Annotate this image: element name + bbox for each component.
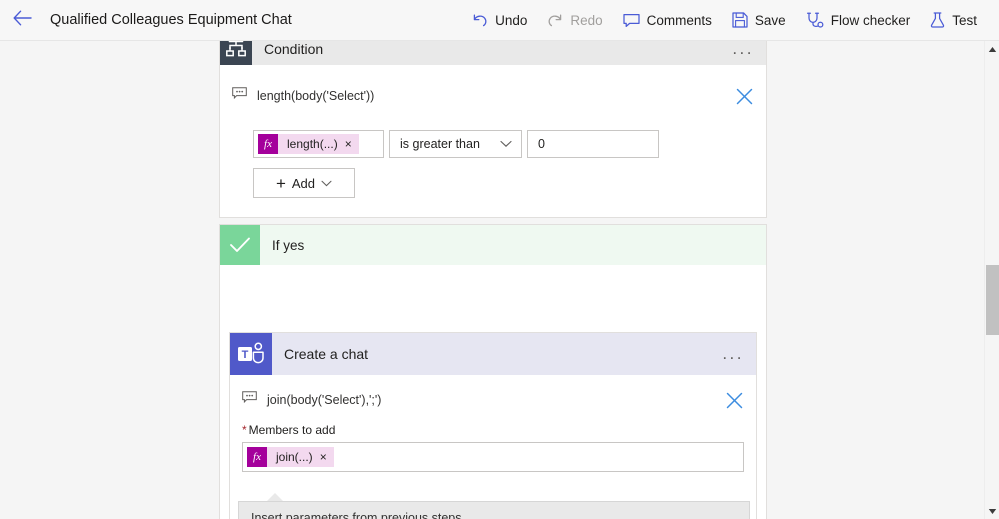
join-token-remove-icon[interactable]: × xyxy=(320,450,334,464)
length-token-label: length(...) xyxy=(287,137,338,151)
members-to-add-label: * Members to add xyxy=(230,423,756,437)
condition-card: Condition ... length(body('Select')) fx … xyxy=(219,41,767,218)
flow-checker-label: Flow checker xyxy=(830,12,911,28)
condition-card-header[interactable]: Condition ... xyxy=(220,41,766,65)
fx-icon: fx xyxy=(258,134,278,154)
scrollbar-thumb[interactable] xyxy=(986,265,999,335)
add-button-label: Add xyxy=(291,175,316,191)
condition-operator-dropdown[interactable]: is greater than xyxy=(389,130,522,158)
scroll-down-button[interactable] xyxy=(985,503,999,519)
condition-operator-value: is greater than xyxy=(400,137,480,151)
flask-icon xyxy=(930,12,945,28)
create-chat-card-title: Create a chat xyxy=(284,346,369,362)
save-button[interactable]: Save xyxy=(722,7,796,33)
comments-button[interactable]: Comments xyxy=(613,8,722,33)
command-bar: Qualified Colleagues Equipment Chat Undo… xyxy=(0,0,999,41)
condition-card-menu-button[interactable]: ... xyxy=(732,41,754,57)
condition-expression-text: length(body('Select')) xyxy=(257,89,375,103)
plus-icon: + xyxy=(275,173,286,193)
chat-expression-row: join(body('Select'),';') xyxy=(230,385,756,415)
comment-bubble-icon xyxy=(242,391,257,409)
condition-right-operand-field[interactable]: 0 xyxy=(527,130,659,158)
save-icon xyxy=(732,12,748,28)
required-marker: * xyxy=(242,423,247,437)
if-yes-branch: If yes T Create a chat ... join(body('Se… xyxy=(219,224,767,519)
test-label: Test xyxy=(952,12,977,28)
back-arrow-icon xyxy=(13,10,32,31)
undo-icon xyxy=(472,13,488,28)
checkmark-icon xyxy=(220,225,260,265)
create-chat-card-menu-button[interactable]: ... xyxy=(722,345,744,362)
undo-label: Undo xyxy=(495,12,528,28)
condition-close-icon[interactable] xyxy=(735,87,754,106)
if-yes-label: If yes xyxy=(272,237,305,253)
stethoscope-icon xyxy=(806,12,824,28)
condition-right-operand-value: 0 xyxy=(538,137,545,151)
members-to-add-input[interactable]: fx join(...) × xyxy=(242,442,744,472)
chat-expression-text: join(body('Select'),';') xyxy=(267,393,382,407)
chevron-down-icon xyxy=(500,135,512,153)
add-condition-button[interactable]: + Add xyxy=(253,168,355,198)
join-token-label: join(...) xyxy=(276,450,313,464)
undo-button[interactable]: Undo xyxy=(462,8,537,33)
condition-controls: fx length(...) × is greater than 0 + Add xyxy=(220,130,766,198)
condition-row: fx length(...) × is greater than 0 xyxy=(253,130,766,158)
test-button[interactable]: Test xyxy=(920,7,987,33)
svg-text:T: T xyxy=(242,349,249,361)
flow-checker-button[interactable]: Flow checker xyxy=(796,7,921,33)
dynamic-content-popup: Insert parameters from previous steps Se… xyxy=(238,501,750,519)
members-to-add-label-text: Members to add xyxy=(248,423,336,437)
teams-icon: T xyxy=(230,333,272,375)
redo-icon xyxy=(547,13,563,28)
flow-canvas: Condition ... length(body('Select')) fx … xyxy=(0,41,984,519)
comment-icon xyxy=(623,13,640,28)
condition-icon xyxy=(220,41,252,65)
if-yes-header: If yes xyxy=(220,225,766,265)
scroll-up-button[interactable] xyxy=(985,41,999,57)
comment-bubble-icon xyxy=(232,87,247,105)
condition-expression-row: length(body('Select')) xyxy=(220,81,766,111)
length-token[interactable]: fx length(...) × xyxy=(258,134,359,154)
create-chat-card: T Create a chat ... join(body('Select'),… xyxy=(229,332,757,519)
fx-icon: fx xyxy=(247,447,267,467)
condition-card-title: Condition xyxy=(264,41,324,57)
back-button[interactable] xyxy=(0,0,44,41)
popup-title: Insert parameters from previous steps xyxy=(251,511,462,519)
add-chevron-down-icon xyxy=(321,174,332,192)
vertical-scrollbar[interactable] xyxy=(984,41,999,519)
page-title: Qualified Colleagues Equipment Chat xyxy=(50,12,292,28)
create-chat-card-header[interactable]: T Create a chat ... xyxy=(230,333,756,375)
redo-label: Redo xyxy=(570,12,603,28)
chat-close-icon[interactable] xyxy=(725,391,744,410)
comments-label: Comments xyxy=(646,12,712,28)
length-token-remove-icon[interactable]: × xyxy=(345,137,359,151)
save-label: Save xyxy=(754,12,786,28)
redo-button[interactable]: Redo xyxy=(537,8,612,33)
join-token[interactable]: fx join(...) × xyxy=(247,447,334,467)
condition-left-operand-field[interactable]: fx length(...) × xyxy=(253,130,384,158)
command-bar-actions: Undo Redo Comments Save Flow checker Tes… xyxy=(462,7,999,33)
